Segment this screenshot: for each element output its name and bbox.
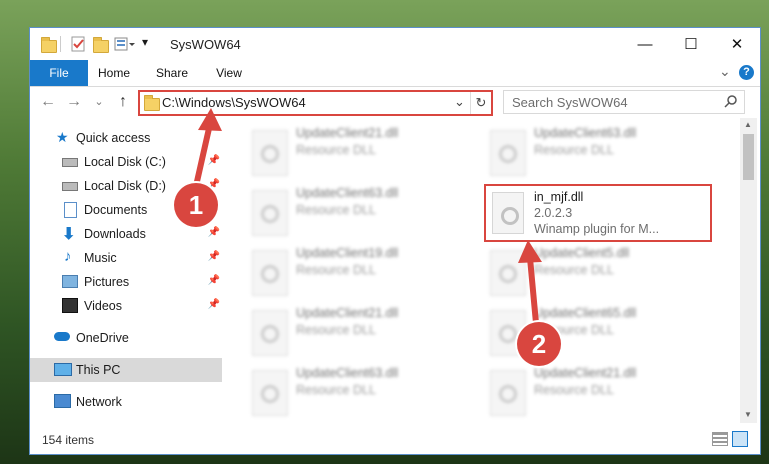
arrow-1-head [198, 108, 222, 131]
annotation-arrows [193, 108, 542, 337]
callout-step-2: 2 [517, 322, 561, 366]
arrow-2-head [518, 240, 542, 263]
arrow-1-line [193, 121, 213, 189]
callout-step-1: 1 [174, 183, 218, 227]
